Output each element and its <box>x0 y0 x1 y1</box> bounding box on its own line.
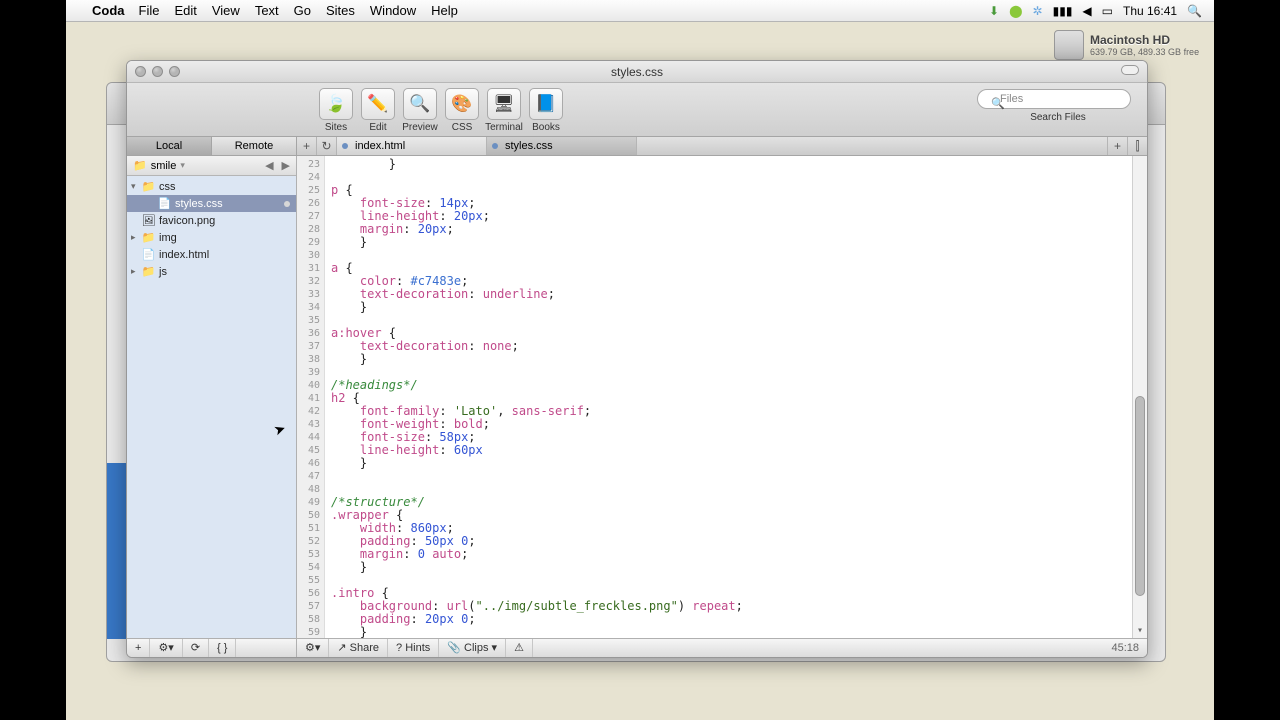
split-icon[interactable]: ⫿ <box>1127 137 1147 155</box>
reload-icon[interactable]: ↻ <box>317 137 337 155</box>
file-tree: 📁css📄styles.css🖼favicon.png📁img📄index.ht… <box>127 176 296 638</box>
tree-file[interactable]: 📄styles.css <box>127 195 296 212</box>
editor-action-button[interactable]: ⚙▾ <box>297 639 329 657</box>
toolbar-css-button[interactable]: 🎨CSS <box>441 88 483 133</box>
sidebar-action-button[interactable]: { } <box>209 639 236 657</box>
file-icon: 📄 <box>157 197 172 210</box>
menu-window[interactable]: Window <box>370 3 416 18</box>
clock[interactable]: Thu 16:41 <box>1123 4 1177 18</box>
search-input[interactable]: Files <box>977 89 1131 109</box>
toolbar-books-button[interactable]: 📘Books <box>525 88 567 133</box>
scroll-down-icon[interactable]: ▾ <box>1133 625 1147 636</box>
tree-folder[interactable]: 📁img <box>127 229 296 246</box>
coda-window: styles.css 🍃Sites✏️Edit🔍Preview🎨CSS🖥Term… <box>126 60 1148 658</box>
drive-icon <box>1054 30 1084 60</box>
tree-label: styles.css <box>175 198 223 210</box>
toolbar-toggle-icon[interactable] <box>1121 65 1139 75</box>
app-menu[interactable]: Coda <box>92 3 125 18</box>
tree-label: index.html <box>159 249 209 261</box>
scrollbar[interactable]: ▾ <box>1132 156 1147 638</box>
battery-icon[interactable]: ▮▮▮ <box>1053 4 1073 18</box>
nav-back-icon[interactable]: ◀ <box>265 159 273 172</box>
cursor-position: 45:18 <box>1103 642 1147 654</box>
code-area[interactable]: } p { font-size: 14px; line-height: 20px… <box>325 156 1132 638</box>
editor[interactable]: 23 24 25 26 27 28 29 30 31 32 33 34 35 3… <box>297 156 1147 638</box>
tree-file[interactable]: 📄index.html <box>127 246 296 263</box>
mac-menubar: Coda File Edit View Text Go Sites Window… <box>66 0 1214 22</box>
folder-icon: 📁 <box>141 180 156 193</box>
menu-file[interactable]: File <box>139 3 160 18</box>
tab-remote[interactable]: Remote <box>212 137 297 155</box>
folder-icon: 📁 <box>141 265 156 278</box>
file-icon: 📄 <box>141 248 156 261</box>
menu-edit[interactable]: Edit <box>174 3 196 18</box>
dropdown-icon[interactable]: ▾ <box>180 160 185 171</box>
file-tab[interactable]: index.html <box>337 137 487 155</box>
drive-name: Macintosh HD <box>1090 33 1199 47</box>
sidebar-action-button[interactable]: ⚙▾ <box>150 639 182 657</box>
editor-action-button[interactable]: 📎 Clips ▾ <box>439 639 506 657</box>
disclosure-icon[interactable] <box>131 232 141 243</box>
editor-action-button[interactable]: ⚠ <box>506 639 533 657</box>
new-tab-button[interactable]: + <box>297 137 317 155</box>
tree-label: img <box>159 232 177 244</box>
tree-folder[interactable]: 📁css <box>127 178 296 195</box>
scroll-thumb[interactable] <box>1135 396 1145 596</box>
menu-sites[interactable]: Sites <box>326 3 355 18</box>
disclosure-icon[interactable] <box>131 266 141 277</box>
desktop-drive[interactable]: Macintosh HD 639.79 GB, 489.33 GB free <box>1054 30 1204 60</box>
drive-info: 639.79 GB, 489.33 GB free <box>1090 47 1199 57</box>
path-bar[interactable]: 📁 smile ▾ ◀ ▶ <box>127 156 296 176</box>
toolbar-sites-button[interactable]: 🍃Sites <box>315 88 357 133</box>
status-icon[interactable]: ⬤ <box>1009 4 1022 18</box>
folder-icon: 📁 <box>133 159 147 172</box>
menu-view[interactable]: View <box>212 3 240 18</box>
file-icon: 🖼 <box>141 214 156 227</box>
nav-fwd-icon[interactable]: ▶ <box>282 159 290 172</box>
sidebar: 📁 smile ▾ ◀ ▶ 📁css📄styles.css🖼favicon.pn… <box>127 156 297 638</box>
add-icon[interactable]: + <box>1107 137 1127 155</box>
volume-icon[interactable]: ◀ <box>1082 4 1091 18</box>
status-icon[interactable]: ⬇ <box>989 4 999 18</box>
tree-file[interactable]: 🖼favicon.png <box>127 212 296 229</box>
disclosure-icon[interactable] <box>131 181 141 192</box>
toolbar-edit-button[interactable]: ✏️Edit <box>357 88 399 133</box>
sidebar-action-button[interactable]: ⟳ <box>183 639 209 657</box>
menu-help[interactable]: Help <box>431 3 458 18</box>
window-title: styles.css <box>127 65 1147 79</box>
menu-go[interactable]: Go <box>294 3 311 18</box>
tab-local[interactable]: Local <box>127 137 212 155</box>
search-placeholder: Files <box>1000 93 1023 105</box>
toolbar-preview-button[interactable]: 🔍Preview <box>399 88 441 133</box>
tree-folder[interactable]: 📁js <box>127 263 296 280</box>
sidebar-action-button[interactable]: + <box>127 639 150 657</box>
tree-label: css <box>159 181 176 193</box>
toolbar: 🍃Sites✏️Edit🔍Preview🎨CSS🖥Terminal📘Books … <box>127 83 1147 137</box>
tab-row: Local Remote + ↻ index.htmlstyles.css + … <box>127 137 1147 156</box>
line-gutter: 23 24 25 26 27 28 29 30 31 32 33 34 35 3… <box>297 156 325 638</box>
path-folder: smile <box>151 160 177 172</box>
status-bar: +⚙▾⟳{ } ⚙▾↗ Share? Hints📎 Clips ▾⚠45:18 <box>127 638 1147 657</box>
folder-icon: 📁 <box>141 231 156 244</box>
spotlight-icon[interactable]: 🔍 <box>1187 4 1202 18</box>
status-icon[interactable]: ✲ <box>1033 4 1043 18</box>
titlebar[interactable]: styles.css <box>127 61 1147 83</box>
file-tab[interactable]: styles.css <box>487 137 637 155</box>
tree-label: js <box>159 266 167 278</box>
editor-action-button[interactable]: ↗ Share <box>329 639 388 657</box>
toolbar-terminal-button[interactable]: 🖥Terminal <box>483 88 525 133</box>
display-icon[interactable]: ▭ <box>1102 4 1113 18</box>
menu-text[interactable]: Text <box>255 3 279 18</box>
tree-label: favicon.png <box>159 215 215 227</box>
search-label: Search Files <box>977 112 1139 123</box>
editor-action-button[interactable]: ? Hints <box>388 639 439 657</box>
